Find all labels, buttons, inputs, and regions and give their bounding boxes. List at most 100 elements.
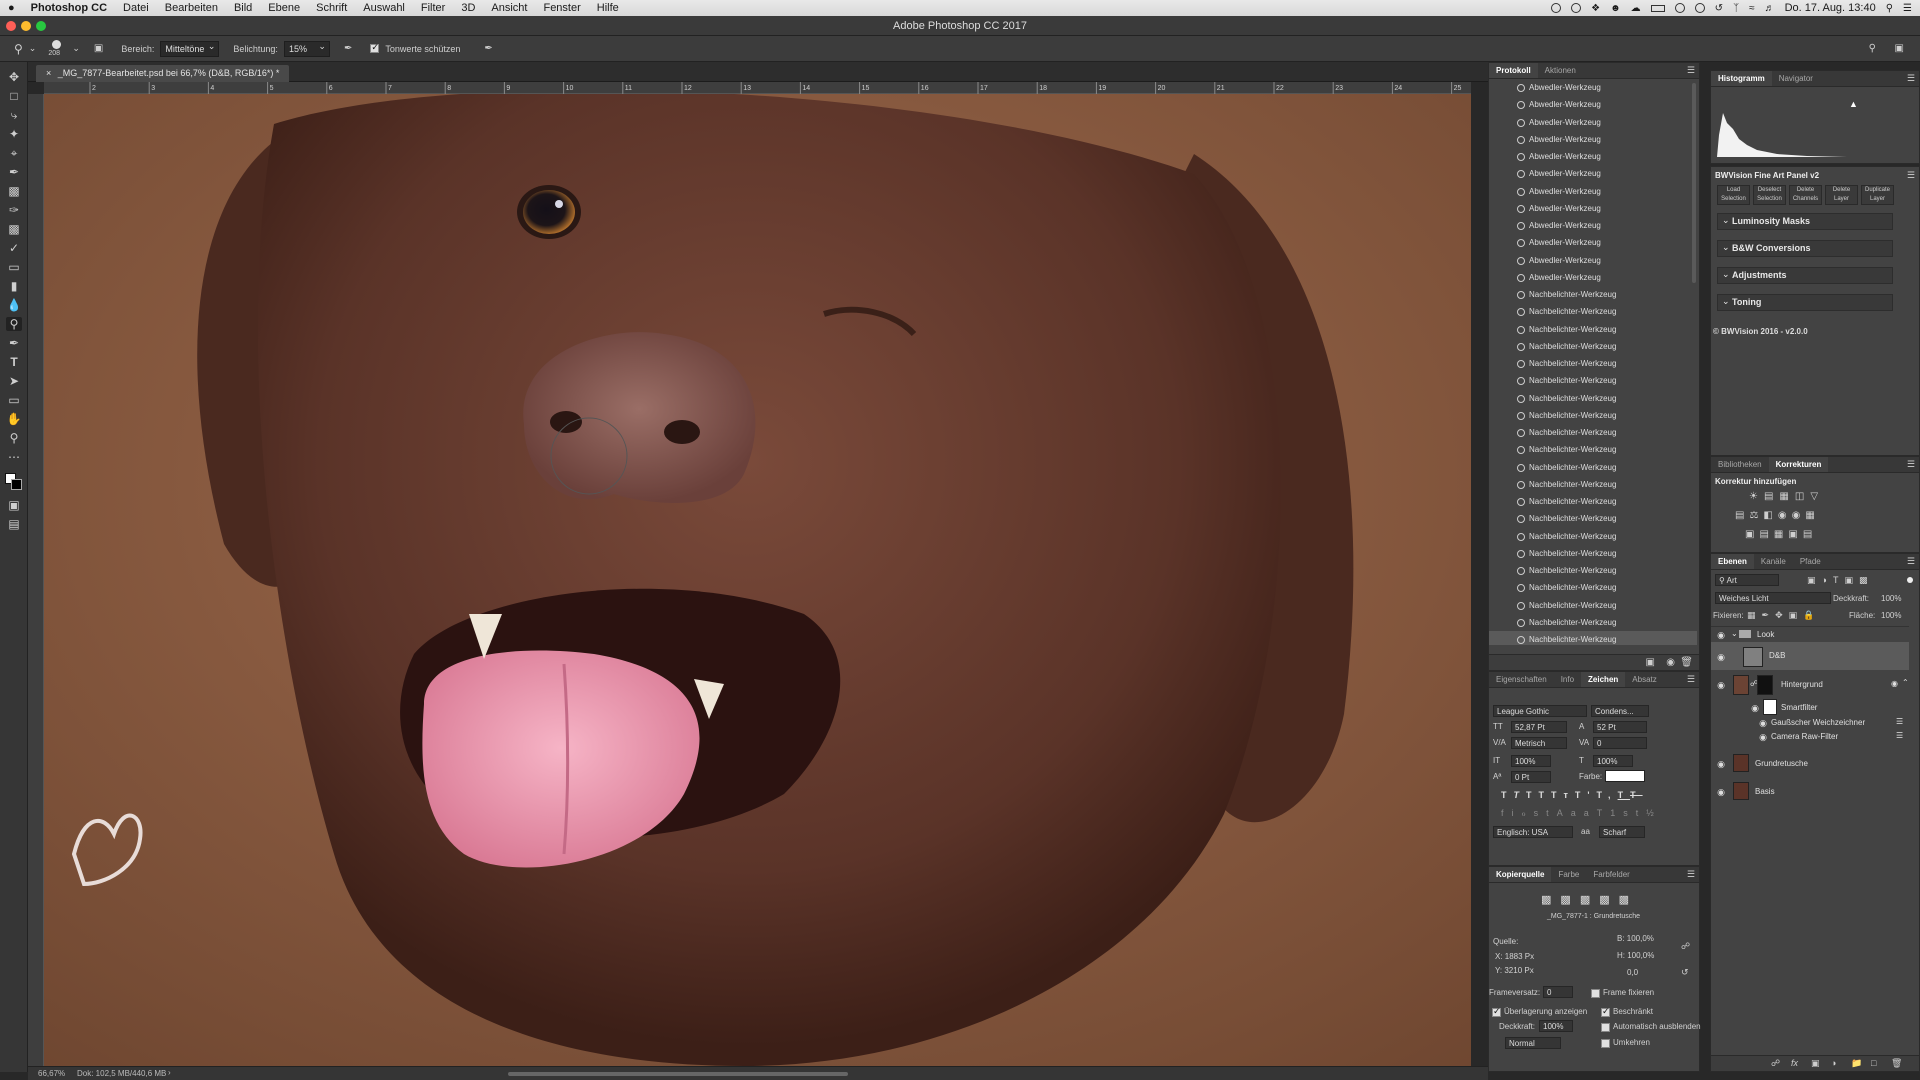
gradient-map-icon[interactable]: ▤ [1803, 529, 1817, 540]
history-item[interactable]: Nachbelichter-Werkzeug [1489, 286, 1697, 303]
menu-bild[interactable]: Bild [226, 2, 260, 14]
clone-source-3-icon[interactable]: ▩ [1580, 894, 1599, 906]
text-color-swatch[interactable] [1605, 770, 1645, 782]
move-tool-icon[interactable]: ✥ [6, 70, 22, 84]
clone-source-5-icon[interactable]: ▩ [1619, 894, 1638, 906]
type-tool-icon[interactable]: T [6, 355, 22, 369]
history-item[interactable]: Nachbelichter-Werkzeug [1489, 390, 1697, 407]
layer-filter-toggle[interactable] [1907, 577, 1913, 583]
delete-layer-icon[interactable]: 🗑 [1891, 1058, 1902, 1069]
superscript-icon[interactable]: T' [1575, 790, 1597, 800]
clone-source-4-icon[interactable]: ▩ [1599, 894, 1618, 906]
filter-visibility-icon[interactable]: ◉ [1757, 732, 1769, 742]
user-icon[interactable]: ☻ [1610, 3, 1621, 14]
tracking-input[interactable]: 0 [1593, 737, 1647, 749]
layer-row-basis[interactable]: ◉ Basis [1711, 778, 1909, 804]
new-layer-icon[interactable]: □ [1871, 1058, 1876, 1068]
hand-tool-icon[interactable]: ✋ [6, 412, 22, 426]
history-item[interactable]: Nachbelichter-Werkzeug [1489, 459, 1697, 476]
channel-mixer-icon[interactable]: ◉ [1792, 510, 1806, 521]
layer-opacity-value[interactable]: 100% [1881, 594, 1901, 603]
history-item[interactable]: Nachbelichter-Werkzeug [1489, 493, 1697, 510]
tab-protokoll[interactable]: Protokoll [1489, 63, 1538, 78]
circle-status-icon[interactable] [1674, 3, 1685, 13]
history-item[interactable]: Nachbelichter-Werkzeug [1489, 355, 1697, 372]
clone-angle[interactable]: 0,0 [1627, 968, 1638, 977]
curves-icon[interactable]: ▦ [1779, 491, 1794, 502]
antialias-select[interactable]: Scharf [1599, 826, 1645, 838]
history-item[interactable]: Abwedler-Werkzeug [1489, 183, 1697, 200]
history-item[interactable]: Nachbelichter-Werkzeug [1489, 441, 1697, 458]
history-item[interactable]: Nachbelichter-Werkzeug [1489, 303, 1697, 320]
preset-dropdown-icon[interactable]: ⌄ [29, 43, 37, 54]
layer-row-db[interactable]: ◉ D&B [1711, 642, 1909, 670]
history-item[interactable]: Nachbelichter-Werkzeug [1489, 597, 1697, 614]
tab-eigenschaften[interactable]: Eigenschaften [1489, 672, 1554, 687]
path-selection-tool-icon[interactable]: ➤ [6, 374, 22, 388]
lock-frame-checkbox[interactable] [1591, 989, 1600, 998]
bwvision-button[interactable]: Delete Channels [1789, 185, 1822, 205]
fractions-icon[interactable]: T [1597, 808, 1611, 818]
dodge-tool-icon[interactable]: ⚲ [6, 317, 22, 331]
stylistic-icon[interactable]: st [1534, 808, 1557, 818]
history-item[interactable]: Nachbelichter-Werkzeug [1489, 372, 1697, 389]
lasso-tool-icon[interactable]: ⤷ [6, 108, 22, 122]
reset-transform-icon[interactable]: ↺ [1681, 967, 1689, 978]
history-item[interactable]: Abwedler-Werkzeug [1489, 252, 1697, 269]
eraser-tool-icon[interactable]: ▭ [6, 260, 22, 274]
menu-ansicht[interactable]: Ansicht [483, 2, 535, 14]
history-item[interactable]: Nachbelichter-Werkzeug [1489, 545, 1697, 562]
expand-effects-icon[interactable]: ⌃ [1902, 678, 1909, 687]
ordinal-icon[interactable]: 1st [1610, 808, 1646, 818]
bwvision-button[interactable]: Duplicate Layer [1861, 185, 1894, 205]
history-item[interactable]: Nachbelichter-Werkzeug [1489, 631, 1697, 645]
background-color-swatch[interactable] [11, 479, 22, 490]
bwvision-menu-icon[interactable]: ☰ [1907, 170, 1915, 181]
menu-ebene[interactable]: Ebene [260, 2, 308, 14]
baseline-shift-input[interactable]: 0 Pt [1511, 771, 1551, 783]
history-item[interactable]: Abwedler-Werkzeug [1489, 148, 1697, 165]
tab-ebenen[interactable]: Ebenen [1711, 554, 1754, 569]
info-status-icon[interactable] [1694, 3, 1705, 13]
history-scrollbar[interactable] [1692, 83, 1696, 283]
document-tab[interactable]: × _MG_7877-Bearbeitet.psd bei 66,7% (D&B… [36, 65, 290, 82]
crop-tool-icon[interactable]: ⌖ [6, 146, 22, 160]
layer-visibility-icon[interactable]: ◉ [1715, 787, 1727, 797]
brightness-contrast-icon[interactable]: ☀ [1749, 491, 1764, 502]
tab-absatz[interactable]: Absatz [1625, 672, 1663, 687]
font-size-input[interactable]: 52,87 Pt [1511, 721, 1567, 733]
history-item[interactable]: Abwedler-Werkzeug [1489, 269, 1697, 286]
layer-filter-select[interactable]: ⚲ Art [1715, 574, 1779, 586]
bwvision-section[interactable]: Luminosity Masks [1717, 213, 1893, 230]
screen-mode-icon[interactable]: ▤ [6, 517, 22, 531]
dodge-tool-preset-icon[interactable]: ⚲ [14, 42, 23, 56]
zoom-window-button[interactable] [36, 21, 46, 31]
color-balance-icon[interactable]: ⚖ [1749, 510, 1763, 521]
filter-type-icon[interactable]: T [1833, 575, 1845, 585]
zoom-level[interactable]: 66,67% [38, 1069, 65, 1078]
magic-wand-tool-icon[interactable]: ✦ [6, 127, 22, 141]
layer-row-hintergrund[interactable]: ◉ ☍ Hintergrund ◉ ⌃ [1711, 670, 1909, 698]
swash-icon[interactable]: ℴ [1522, 808, 1534, 818]
menu-hilfe[interactable]: Hilfe [589, 2, 627, 14]
histogram-panel-menu-icon[interactable]: ☰ [1907, 73, 1915, 84]
apple-menu-icon[interactable]: ● [0, 2, 23, 14]
image-canvas[interactable] [44, 94, 1471, 1066]
tab-navigator[interactable]: Navigator [1772, 71, 1820, 86]
history-item[interactable]: Nachbelichter-Werkzeug [1489, 407, 1697, 424]
fraction-icon[interactable]: ½ [1646, 808, 1662, 818]
filter-options-icon[interactable]: ☰ [1896, 731, 1903, 740]
tab-farbfelder[interactable]: Farbfelder [1586, 867, 1636, 882]
filter-shape-icon[interactable]: ▣ [1844, 575, 1859, 585]
workspace-switcher-icon[interactable]: ▣ [1895, 43, 1904, 54]
filter-visibility-icon[interactable]: ◉ [1757, 718, 1769, 728]
overlay-mode-select[interactable]: Normal [1505, 1037, 1561, 1049]
levels-icon[interactable]: ▤ [1764, 491, 1779, 502]
strikethrough-icon[interactable]: T [1630, 790, 1643, 800]
brush-tool-icon[interactable]: ✑ [6, 203, 22, 217]
new-document-from-state-icon[interactable]: ▣ [1646, 657, 1655, 668]
layer-row-look[interactable]: ◉ ⌄ Look [1711, 626, 1909, 642]
titling-icon[interactable]: A [1557, 808, 1571, 818]
tab-farbe[interactable]: Farbe [1551, 867, 1586, 882]
posterize-icon[interactable]: ▤ [1759, 529, 1773, 540]
